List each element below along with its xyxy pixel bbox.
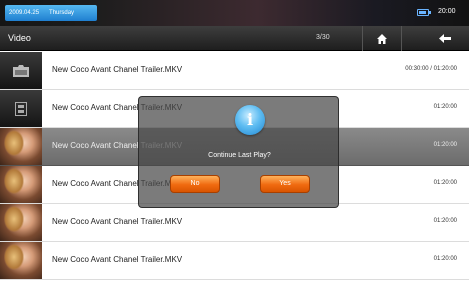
date-text: 2009.04.25 xyxy=(9,10,40,16)
film-icon-cell xyxy=(0,90,42,127)
list-item[interactable]: New Coco Avant Chanel Trailer.MKV 00:30:… xyxy=(0,52,469,90)
folder-icon-cell xyxy=(0,52,42,89)
list-item[interactable]: New Coco Avant Chanel Trailer.MKV 01:20:… xyxy=(0,204,469,242)
item-duration: 01:20:00 xyxy=(433,142,457,148)
video-thumbnail xyxy=(0,242,42,279)
item-duration: 00:30:00 / 01:20:00 xyxy=(405,66,457,72)
video-thumbnail xyxy=(0,128,42,165)
page-title: Video xyxy=(8,33,31,43)
weekday-text: Thursday xyxy=(49,10,75,16)
item-title: New Coco Avant Chanel Trailer.MKV xyxy=(52,65,183,74)
resume-dialog: i Continue Last Play? No Yes xyxy=(138,96,339,208)
back-arrow-icon xyxy=(438,34,451,43)
list-item[interactable]: New Coco Avant Chanel Trailer.MKV 01:20:… xyxy=(0,242,469,280)
video-thumbnail xyxy=(0,166,42,203)
battery-icon xyxy=(417,9,431,16)
home-icon xyxy=(377,33,387,44)
film-icon xyxy=(15,101,27,116)
yes-button[interactable]: Yes xyxy=(260,175,310,193)
item-duration: 01:20:00 xyxy=(433,104,457,110)
item-counter: 3/30 xyxy=(316,34,330,41)
folder-icon xyxy=(13,64,29,77)
item-duration: 01:20:00 xyxy=(433,256,457,262)
info-icon: i xyxy=(235,105,265,135)
video-thumbnail xyxy=(0,204,42,241)
home-button[interactable] xyxy=(362,26,402,51)
item-title: New Coco Avant Chanel Trailer.MKV xyxy=(52,217,183,226)
date-badge: 2009.04.25 Thursday xyxy=(5,5,97,21)
header-bar: Video 3/30 xyxy=(0,26,469,51)
no-button[interactable]: No xyxy=(170,175,220,193)
item-duration: 01:20:00 xyxy=(433,180,457,186)
dialog-message: Continue Last Play? xyxy=(208,152,271,159)
status-bar: 2009.04.25 Thursday 20:00 xyxy=(0,0,469,26)
item-title: New Coco Avant Chanel Trailer.MKV xyxy=(52,255,183,264)
item-duration: 01:20:00 xyxy=(433,218,457,224)
back-button[interactable] xyxy=(420,26,469,51)
clock-text: 20:00 xyxy=(438,8,456,15)
